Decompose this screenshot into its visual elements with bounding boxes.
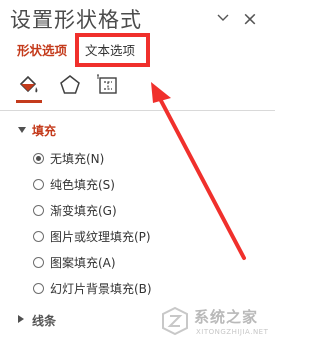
divider (0, 110, 275, 111)
expand-down-arrow-icon (18, 127, 26, 133)
format-shape-pane: 设置形状格式 × 形状选项 文本选项 填充 无填充(N) 纯色填充(S) 渐变填… (0, 0, 275, 347)
fill-line-bucket-icon[interactable] (16, 73, 40, 97)
option-label: 纯色填充(S) (50, 178, 115, 192)
radio-button[interactable] (33, 283, 44, 294)
effects-pentagon-icon[interactable] (58, 73, 82, 97)
radio-button[interactable] (33, 257, 44, 268)
annotation-highlight-box (75, 33, 150, 67)
close-icon[interactable]: × (242, 4, 258, 34)
radio-button[interactable] (33, 153, 44, 164)
pane-title: 设置形状格式 (10, 8, 142, 32)
radio-button[interactable] (33, 205, 44, 216)
expand-right-arrow-icon (18, 315, 24, 323)
active-category-underline (16, 100, 42, 103)
line-section-title: 线条 (32, 314, 57, 328)
fill-section-title: 填充 (32, 124, 57, 138)
size-properties-icon[interactable] (96, 73, 120, 97)
pane-title-row: 设置形状格式 × (8, 4, 275, 34)
watermark-name: 系统之家 (194, 308, 259, 326)
site-watermark: 系统之家 XITONGZHIJIA.NET (160, 302, 272, 344)
chevron-down-icon[interactable] (216, 13, 230, 23)
tab-shape-options[interactable]: 形状选项 (17, 40, 67, 59)
option-label: 图片或纹理填充(P) (50, 230, 151, 244)
option-label: 渐变填充(G) (50, 204, 117, 218)
option-label: 幻灯片背景填充(B) (50, 282, 152, 296)
watermark-logo (162, 306, 188, 336)
radio-button[interactable] (33, 179, 44, 190)
option-label: 无填充(N) (50, 152, 105, 166)
option-label: 图案填充(A) (50, 256, 116, 270)
watermark-url: XITONGZHIJIA.NET (196, 328, 269, 336)
radio-button[interactable] (33, 231, 44, 242)
